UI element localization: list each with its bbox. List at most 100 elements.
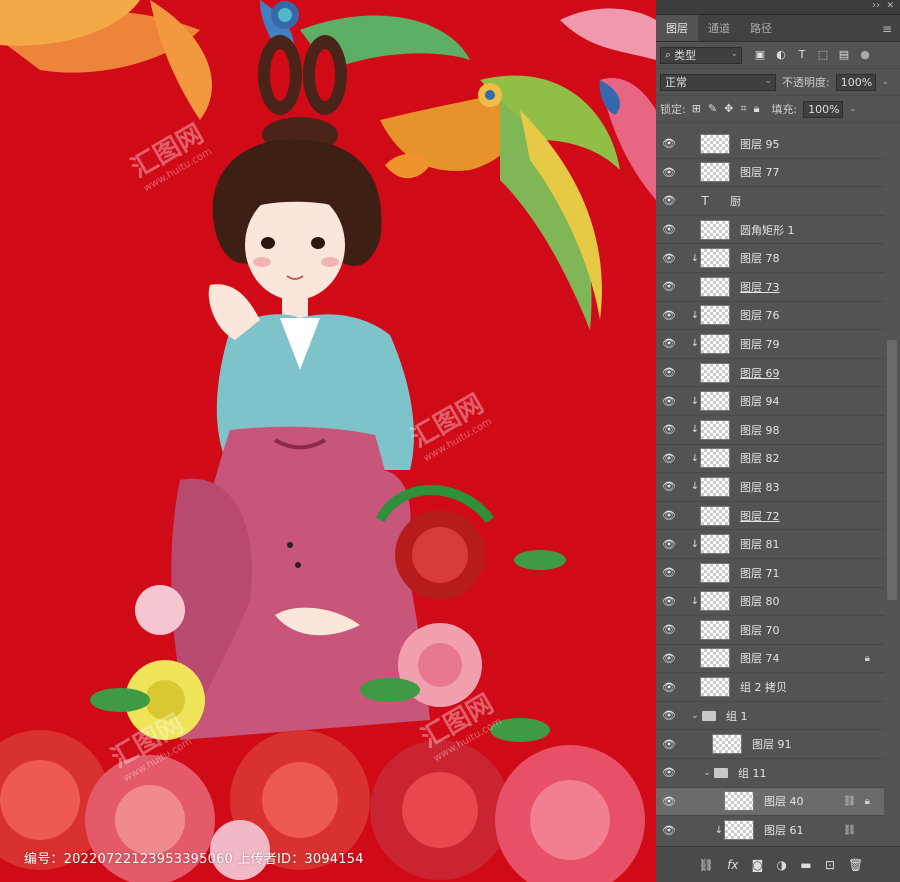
visibility-eye-icon[interactable]: 👁︎: [656, 366, 682, 379]
layer-row[interactable]: 👁︎ 图层 91: [656, 730, 884, 760]
tab-layers[interactable]: 图层: [656, 15, 698, 41]
smart-object-filter-icon[interactable]: ▤: [838, 49, 850, 61]
layer-name[interactable]: 图层 77: [740, 164, 780, 180]
panel-menu-icon[interactable]: ≡: [882, 22, 892, 36]
layer-row[interactable]: 👁︎ ↓ 图层 76: [656, 302, 884, 331]
layer-name[interactable]: 图层 72: [740, 508, 780, 524]
visibility-eye-icon[interactable]: 👁︎: [656, 652, 682, 665]
layer-name[interactable]: 组 11: [738, 765, 767, 781]
visibility-eye-icon[interactable]: 👁︎: [656, 709, 682, 722]
layer-thumbnail[interactable]: [700, 419, 730, 440]
layer-row[interactable]: 👁︎ 图层 70: [656, 616, 884, 645]
group-expand-icon[interactable]: ⌄: [702, 768, 712, 778]
layer-thumbnail[interactable]: [700, 562, 730, 583]
layer-name[interactable]: 图层 95: [740, 136, 780, 152]
layer-name[interactable]: 图层 82: [740, 450, 780, 466]
pixel-filter-icon[interactable]: ▣: [754, 49, 766, 61]
visibility-eye-icon[interactable]: 👁︎: [656, 280, 682, 293]
visibility-eye-icon[interactable]: 👁︎: [656, 137, 682, 150]
visibility-eye-icon[interactable]: 👁︎: [656, 795, 682, 808]
visibility-eye-icon[interactable]: 👁︎: [656, 623, 682, 636]
collapse-icon[interactable]: ››: [872, 0, 880, 11]
layer-row[interactable]: 👁︎ ↓ 图层 79: [656, 330, 884, 359]
layer-row[interactable]: 👁︎ ↓ 图层 80: [656, 588, 884, 617]
group-expand-icon[interactable]: ⌄: [690, 711, 700, 721]
visibility-eye-icon[interactable]: 👁︎: [656, 452, 682, 465]
lock-all-icon[interactable]: 🔒︎: [754, 102, 760, 116]
layer-row[interactable]: 👁︎ ↓ 图层 83: [656, 473, 884, 502]
layer-name[interactable]: 图层 73: [740, 279, 780, 295]
visibility-eye-icon[interactable]: 👁︎: [656, 681, 682, 694]
layer-row[interactable]: 👁︎ ↓ 图层 78: [656, 244, 884, 273]
layer-name[interactable]: 图层 80: [740, 593, 780, 609]
layer-row[interactable]: 👁︎ 图层 74 🔒︎: [656, 645, 884, 674]
document-canvas[interactable]: 汇图网 www.huitu.com 汇图网 www.huitu.com 汇图网 www…: [0, 0, 656, 882]
layers-scrollbar[interactable]: [884, 130, 900, 844]
layer-name[interactable]: 图层 76: [740, 307, 780, 323]
type-filter-icon[interactable]: T: [796, 49, 808, 61]
layer-name[interactable]: 图层 91: [752, 736, 792, 752]
layer-thumbnail[interactable]: [724, 820, 754, 841]
fill-chevron-icon[interactable]: ⌄: [849, 104, 857, 114]
layer-name[interactable]: 图层 71: [740, 565, 780, 581]
lock-position-icon[interactable]: ✥: [724, 102, 733, 116]
layer-row[interactable]: 👁︎ ↓ 图层 81: [656, 530, 884, 559]
visibility-eye-icon[interactable]: 👁︎: [656, 337, 682, 350]
layer-name[interactable]: 图层 79: [740, 336, 780, 352]
layer-name[interactable]: 图层 61: [764, 822, 804, 838]
layer-thumbnail[interactable]: [700, 162, 730, 183]
visibility-eye-icon[interactable]: 👁︎: [656, 423, 682, 436]
fx-icon[interactable]: fx: [727, 858, 738, 872]
layer-row[interactable]: 👁︎ ↓ 图层 61 ⛓︎: [656, 816, 884, 844]
visibility-eye-icon[interactable]: 👁︎: [656, 166, 682, 179]
layer-row[interactable]: 👁︎ 图层 95: [656, 130, 884, 159]
layer-row[interactable]: 👁︎ 图层 71: [656, 559, 884, 588]
layer-name[interactable]: 图层 78: [740, 250, 780, 266]
layer-thumbnail[interactable]: [700, 648, 730, 669]
layer-thumbnail[interactable]: [700, 219, 730, 240]
visibility-eye-icon[interactable]: 👁︎: [656, 194, 682, 207]
fill-input[interactable]: 100%: [803, 100, 844, 118]
layer-name[interactable]: 组 1: [726, 708, 748, 724]
link-layers-icon[interactable]: ⛓︎: [699, 858, 714, 872]
blend-mode-dropdown[interactable]: 正常 ⌄: [660, 73, 776, 91]
layer-row[interactable]: 👁︎ 图层 69: [656, 359, 884, 388]
layer-name[interactable]: 圆角矩形 1: [740, 222, 795, 238]
lock-paint-icon[interactable]: ✎: [708, 102, 717, 116]
visibility-eye-icon[interactable]: 👁︎: [656, 252, 682, 265]
visibility-eye-icon[interactable]: 👁︎: [656, 595, 682, 608]
visibility-eye-icon[interactable]: 👁︎: [656, 509, 682, 522]
layer-row[interactable]: 👁︎ 图层 73: [656, 273, 884, 302]
layer-row[interactable]: 👁︎ 图层 40 ⛓︎ 🔒︎: [656, 787, 884, 817]
layer-row[interactable]: 👁︎ ↓ 图层 98: [656, 416, 884, 445]
layer-thumbnail[interactable]: [700, 448, 730, 469]
close-icon[interactable]: ✕: [886, 1, 894, 11]
delete-layer-icon[interactable]: 🗑︎: [848, 858, 863, 872]
layer-thumbnail[interactable]: [700, 305, 730, 326]
tab-channels[interactable]: 通道: [698, 15, 740, 41]
layer-thumbnail[interactable]: [700, 391, 730, 412]
opacity-input[interactable]: 100%: [835, 73, 876, 91]
visibility-eye-icon[interactable]: 👁︎: [656, 824, 682, 837]
adjustment-layer-icon[interactable]: ◑: [777, 858, 787, 872]
layer-thumbnail[interactable]: [712, 734, 742, 755]
layer-row[interactable]: 👁︎ ↓ 图层 94: [656, 387, 884, 416]
layer-row[interactable]: 👁︎ 图层 77: [656, 159, 884, 188]
visibility-eye-icon[interactable]: 👁︎: [656, 223, 682, 236]
lock-artboard-icon[interactable]: ⌗: [740, 102, 746, 116]
layer-name[interactable]: 图层 70: [740, 622, 780, 638]
layer-row[interactable]: 👁︎ 圆角矩形 1: [656, 216, 884, 245]
layer-thumbnail[interactable]: [724, 791, 754, 812]
shape-filter-icon[interactable]: ⬚: [817, 49, 829, 61]
visibility-eye-icon[interactable]: 👁︎: [656, 566, 682, 579]
layer-thumbnail[interactable]: [700, 476, 730, 497]
tab-paths[interactable]: 路径: [740, 15, 782, 41]
layer-row[interactable]: 👁︎ 组 2 拷贝: [656, 673, 884, 702]
new-group-icon[interactable]: ▬: [800, 858, 811, 872]
layer-row[interactable]: 👁︎ ⌄ 组 1: [656, 702, 884, 731]
visibility-eye-icon[interactable]: 👁︎: [656, 538, 682, 551]
layer-row[interactable]: 👁︎ ↓ 图层 82: [656, 445, 884, 474]
layer-name[interactable]: 图层 94: [740, 393, 780, 409]
visibility-eye-icon[interactable]: 👁︎: [656, 309, 682, 322]
layer-name[interactable]: 组 2 拷贝: [740, 679, 787, 695]
